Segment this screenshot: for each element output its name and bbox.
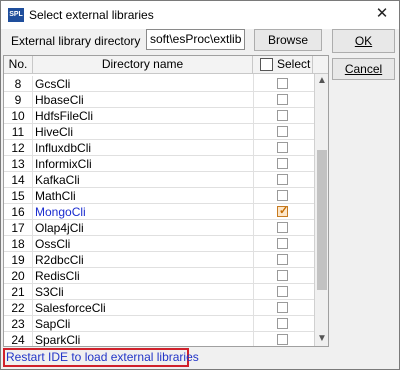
library-table: No. Directory name Select 8 GcsCli 9 HbaseC… xyxy=(3,55,329,347)
row-number: 15 xyxy=(4,188,33,204)
table-row[interactable]: 11 HiveCli xyxy=(4,124,314,140)
column-divider xyxy=(253,74,254,346)
close-icon[interactable]: ✕ xyxy=(371,4,393,24)
directory-name: SparkCli xyxy=(35,333,81,346)
row-number: 11 xyxy=(4,124,33,140)
row-number: 9 xyxy=(4,92,33,108)
directory-name: MongoCli xyxy=(35,205,86,219)
table-row[interactable]: 22 SalesforceCli xyxy=(4,300,314,316)
table-row[interactable]: 20 RedisCli xyxy=(4,268,314,284)
table-row[interactable]: 8 GcsCli xyxy=(4,76,314,92)
select-header-label: Select xyxy=(277,57,311,71)
cancel-button[interactable]: Cancel xyxy=(332,58,395,80)
select-checkbox[interactable] xyxy=(277,254,288,265)
ok-button[interactable]: OK xyxy=(332,29,395,53)
row-number: 8 xyxy=(4,76,33,92)
select-checkbox[interactable] xyxy=(277,222,288,233)
select-checkbox[interactable] xyxy=(277,270,288,281)
directory-name: InformixCli xyxy=(35,157,92,171)
directory-name: GcsCli xyxy=(35,77,71,91)
select-checkbox[interactable] xyxy=(277,142,288,153)
cancel-button-label: Cancel xyxy=(344,62,383,76)
select-all-checkbox[interactable] xyxy=(260,58,273,71)
directory-name: S3Cli xyxy=(35,285,64,299)
table-row[interactable]: 23 SapCli xyxy=(4,316,314,332)
row-number: 10 xyxy=(4,108,33,124)
select-checkbox[interactable] xyxy=(277,78,288,89)
table-row[interactable]: 16 MongoCli ✓ xyxy=(4,204,314,220)
row-number: 23 xyxy=(4,316,33,332)
column-header-select[interactable]: Select xyxy=(253,56,313,73)
select-checkbox[interactable] xyxy=(277,238,288,249)
select-checkbox[interactable]: ✓ xyxy=(277,205,289,217)
table-row[interactable]: 17 Olap4jCli xyxy=(4,220,314,236)
ok-button-label: OK xyxy=(354,34,373,48)
directory-name: HiveCli xyxy=(35,125,74,139)
directory-name: RedisCli xyxy=(35,269,80,283)
table-row[interactable]: 15 MathCli xyxy=(4,188,314,204)
directory-name: SapCli xyxy=(35,317,71,331)
row-number: 13 xyxy=(4,156,33,172)
column-header-name[interactable]: Directory name xyxy=(33,56,253,73)
select-checkbox[interactable] xyxy=(277,174,288,185)
column-header-no[interactable]: No. xyxy=(4,56,33,73)
table-row[interactable]: 19 R2dbcCli xyxy=(4,252,314,268)
select-checkbox[interactable] xyxy=(277,110,288,121)
directory-input[interactable]: soft\esProc\extlib xyxy=(146,29,245,50)
checkmark-icon: ✓ xyxy=(279,205,289,217)
title-bar: SPL Select external libraries ✕ xyxy=(1,1,399,29)
table-row[interactable]: 18 OssCli xyxy=(4,236,314,252)
select-checkbox[interactable] xyxy=(277,334,288,345)
select-checkbox[interactable] xyxy=(277,158,288,169)
row-number: 16 xyxy=(4,204,33,220)
directory-name: Olap4jCli xyxy=(35,221,84,235)
row-number: 17 xyxy=(4,220,33,236)
row-number: 22 xyxy=(4,300,33,316)
table-row[interactable]: 10 HdfsFileCli xyxy=(4,108,314,124)
vertical-scrollbar[interactable]: ▲ ▼ xyxy=(314,74,328,346)
table-row[interactable]: 12 InfluxdbCli xyxy=(4,140,314,156)
scroll-down-icon[interactable]: ▼ xyxy=(315,332,328,346)
row-number: 14 xyxy=(4,172,33,188)
select-checkbox[interactable] xyxy=(277,286,288,297)
directory-name: SalesforceCli xyxy=(35,301,106,315)
table-header: No. Directory name Select xyxy=(4,56,328,74)
row-number: 19 xyxy=(4,252,33,268)
table-row[interactable]: 9 HbaseCli xyxy=(4,92,314,108)
directory-name: R2dbcCli xyxy=(35,253,84,267)
directory-name: KafkaCli xyxy=(35,173,80,187)
select-checkbox[interactable] xyxy=(277,318,288,329)
scroll-thumb[interactable] xyxy=(317,150,327,290)
scroll-up-icon[interactable]: ▲ xyxy=(315,74,328,88)
row-number: 21 xyxy=(4,284,33,300)
select-external-libraries-dialog: SPL Select external libraries ✕ External… xyxy=(0,0,400,370)
table-row[interactable]: 14 KafkaCli xyxy=(4,172,314,188)
select-checkbox[interactable] xyxy=(277,190,288,201)
row-number: 12 xyxy=(4,140,33,156)
directory-name: InfluxdbCli xyxy=(35,141,92,155)
table-row[interactable]: 21 S3Cli xyxy=(4,284,314,300)
row-number: 20 xyxy=(4,268,33,284)
table-row[interactable]: 13 InformixCli xyxy=(4,156,314,172)
directory-name: HdfsFileCli xyxy=(35,109,94,123)
row-number: 18 xyxy=(4,236,33,252)
select-checkbox[interactable] xyxy=(277,126,288,137)
browse-button[interactable]: Browse xyxy=(254,29,322,51)
table-row[interactable]: 24 SparkCli xyxy=(4,332,314,346)
directory-name: HbaseCli xyxy=(35,93,84,107)
app-icon: SPL xyxy=(8,8,24,22)
directory-name: OssCli xyxy=(35,237,71,251)
directory-label: External library directory xyxy=(11,34,141,48)
directory-name: MathCli xyxy=(35,189,76,203)
select-checkbox[interactable] xyxy=(277,94,288,105)
table-body: 8 GcsCli 9 HbaseCli 10 HdfsFileCli 11 HiveCli 12… xyxy=(4,74,314,346)
select-checkbox[interactable] xyxy=(277,302,288,313)
dialog-title: Select external libraries xyxy=(29,8,154,22)
status-message: Restart IDE to load external libraries xyxy=(3,348,199,367)
row-number: 24 xyxy=(4,332,33,346)
